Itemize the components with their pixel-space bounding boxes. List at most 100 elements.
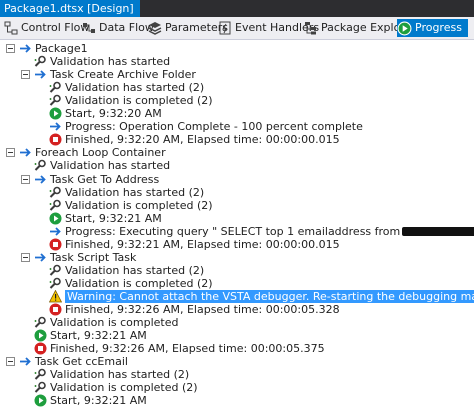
arrow-icon [35, 253, 46, 262]
redacted-text [402, 227, 474, 237]
control-flow-icon [4, 21, 18, 35]
arrow-icon [20, 148, 31, 158]
progress-row[interactable]: Validation has started (2) [0, 368, 474, 381]
validation-icon [49, 277, 61, 289]
arrow-icon [35, 70, 46, 79]
progress-row[interactable]: Validation is completed (2) [0, 94, 474, 107]
progress-text: Task Script Task [50, 250, 137, 264]
progress-text: Start, 9:32:21 AM [65, 211, 162, 225]
progress-row[interactable]: Task Script Task [0, 251, 474, 264]
progress-row[interactable]: Validation is completed (2) [0, 199, 474, 212]
progress-row[interactable]: Start, 9:32:21 AM [0, 394, 474, 407]
progress-row[interactable]: Finished, 9:32:20 AM, Elapsed time: 00:0… [0, 133, 474, 146]
validation-icon [34, 316, 46, 328]
progress-row[interactable]: Progress: Operation Complete - 100 perce… [0, 120, 474, 133]
progress-row[interactable]: Finished, 9:32:21 AM, Elapsed time: 00:0… [0, 238, 474, 251]
tab-label: Control Flow [21, 21, 90, 34]
collapse-icon[interactable] [21, 252, 30, 262]
progress-row[interactable]: Task Get ccEmail [0, 355, 474, 368]
progress-row[interactable]: Foreach Loop Container [0, 146, 474, 159]
progress-row[interactable]: Warning: Cannot attach the VSTA debugger… [0, 289, 474, 303]
progress-row[interactable]: Task Get To Address [0, 173, 474, 186]
collapse-icon[interactable] [6, 357, 15, 367]
collapse-icon[interactable] [21, 70, 30, 80]
progress-icon [397, 21, 412, 35]
document-tab-bar: Package1.dtsx [Design] [0, 0, 474, 17]
progress-text: Finished, 9:32:26 AM, Elapsed time: 00:0… [65, 303, 340, 316]
progress-text: Progress: Executing query " SELECT top 1… [65, 224, 401, 238]
document-tab[interactable]: Package1.dtsx [Design] [0, 0, 140, 17]
warning-icon [49, 289, 62, 303]
data-flow-icon [83, 23, 95, 33]
arrow-icon [50, 122, 61, 131]
progress-row[interactable]: Validation has started (2) [0, 81, 474, 94]
progress-row[interactable]: Start, 9:32:21 AM [0, 329, 474, 342]
tab-label: Progress [415, 21, 462, 34]
progress-text: Start, 9:32:21 AM [50, 329, 147, 343]
progress-row[interactable]: Finished, 9:32:26 AM, Elapsed time: 00:0… [0, 342, 474, 355]
progress-text: Validation is completed (2) [50, 381, 198, 395]
start-icon [34, 394, 47, 407]
validation-icon [49, 81, 61, 93]
designer-toolbar: Control Flow Data Flow Parameters Event … [0, 17, 474, 40]
validation-icon [34, 55, 46, 67]
progress-text: Start, 9:32:21 AM [50, 394, 147, 408]
progress-text: Finished, 9:32:20 AM, Elapsed time: 00:0… [65, 133, 340, 147]
validation-icon [49, 199, 61, 211]
progress-text: Validation has started [50, 55, 171, 69]
progress-text: Validation is completed (2) [65, 276, 213, 290]
validation-icon [49, 264, 61, 276]
arrow-icon [35, 174, 46, 184]
progress-row[interactable]: Task Create Archive Folder [0, 68, 474, 81]
progress-row[interactable]: Validation is completed [0, 316, 474, 329]
progress-text: Task Get ccEmail [35, 355, 128, 369]
progress-text: Foreach Loop Container [35, 146, 166, 160]
stop-icon [49, 133, 62, 146]
validation-icon [34, 381, 46, 394]
progress-tree[interactable]: Package1 Validation has started Task Creat… [0, 40, 474, 413]
start-icon [49, 107, 62, 120]
validation-icon [49, 94, 61, 106]
tab-control-flow[interactable]: Control Flow [4, 19, 89, 37]
progress-row[interactable]: Progress: Executing query " SELECT top 1… [0, 225, 474, 238]
progress-text: Package1 [35, 42, 88, 55]
progress-row[interactable]: Validation has started (2) [0, 186, 474, 199]
progress-text: Validation has started (2) [65, 185, 205, 199]
collapse-icon[interactable] [21, 174, 30, 184]
progress-row[interactable]: Finished, 9:32:26 AM, Elapsed time: 00:0… [0, 303, 474, 316]
progress-row[interactable]: Validation is completed (2) [0, 381, 474, 394]
tab-parameters[interactable]: Parameters [148, 19, 228, 37]
progress-text: Validation is completed (2) [65, 94, 213, 108]
progress-text: Task Get To Address [50, 172, 160, 186]
arrow-icon [50, 227, 61, 236]
progress-text: Validation has started (2) [65, 81, 205, 95]
progress-text: Validation has started (2) [65, 263, 205, 277]
progress-text: Finished, 9:32:26 AM, Elapsed time: 00:0… [50, 342, 325, 356]
progress-text: Task Create Archive Folder [50, 68, 196, 82]
tab-progress[interactable]: Progress [397, 19, 468, 37]
progress-message: Progress: Executing query " SELECT top 1… [65, 225, 474, 238]
collapse-icon[interactable] [6, 44, 15, 53]
progress-text: Warning: Cannot attach the VSTA debugger… [65, 289, 474, 303]
progress-text: Finished, 9:32:21 AM, Elapsed time: 00:0… [65, 237, 340, 251]
collapse-icon[interactable] [6, 148, 15, 158]
arrow-icon [20, 44, 31, 53]
parameters-icon [148, 22, 162, 35]
progress-row[interactable]: Validation is completed (2) [0, 277, 474, 290]
stop-icon [49, 238, 62, 251]
tab-label: Data Flow [99, 21, 154, 34]
progress-row[interactable]: Start, 9:32:21 AM [0, 212, 474, 225]
validation-icon [49, 186, 61, 198]
progress-row[interactable]: Start, 9:32:20 AM [0, 107, 474, 120]
tab-data-flow[interactable]: Data Flow [82, 19, 154, 37]
progress-text: Progress: Operation Complete - 100 perce… [65, 120, 363, 134]
progress-row[interactable]: Validation has started (2) [0, 264, 474, 277]
progress-row[interactable]: Validation has started [0, 55, 474, 68]
progress-text: Validation is completed (2) [65, 198, 213, 212]
progress-text: Validation has started [50, 159, 171, 173]
progress-row[interactable]: Validation has started [0, 159, 474, 172]
progress-row[interactable]: Package1 [0, 42, 474, 55]
start-icon [34, 329, 47, 342]
arrow-icon [20, 357, 31, 366]
validation-icon [34, 160, 46, 172]
